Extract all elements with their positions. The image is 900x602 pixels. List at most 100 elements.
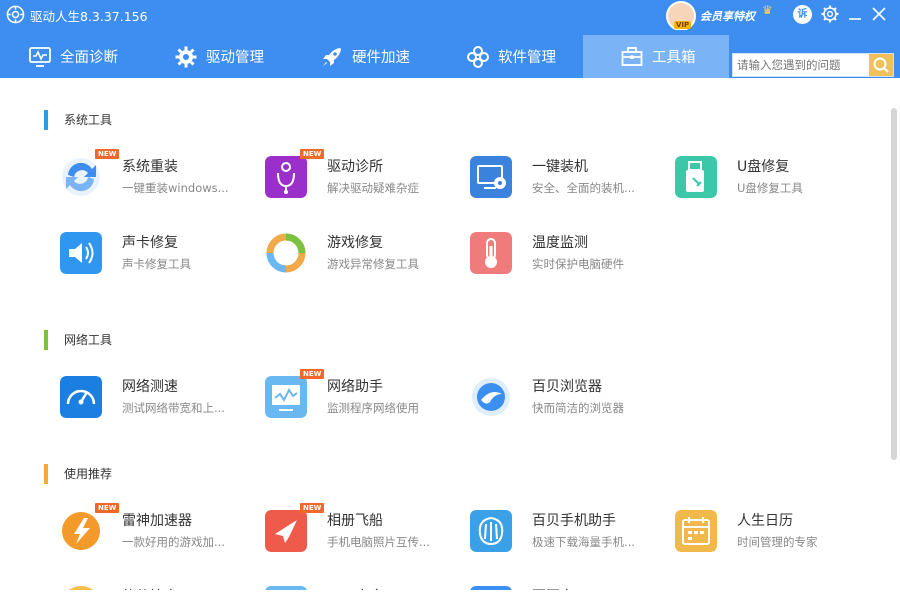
tab-toolbox[interactable]: 工具箱 [583,35,729,78]
tool-system-reinstall[interactable]: NEW 系统重装 一键重装windows... [60,149,260,202]
tool-name: 百贝手机助手 [532,513,616,529]
tool-game-repair[interactable]: 游戏修复 游戏异常修复工具 [265,230,465,278]
tab-software-management[interactable]: 软件管理 [466,35,556,78]
new-badge: NEW [95,149,120,159]
refresh-arrows-icon [62,158,100,196]
tool-one-click-install[interactable]: 一键装机 安全、全面的装机... [470,154,670,202]
tab-driver-management[interactable]: 驱动管理 [174,35,264,78]
tool-desc: 手机电脑照片互传... [327,535,430,549]
tool-desc: 时间管理的专家 [737,535,818,549]
tool-name: 一键装机 [532,159,588,175]
tool-name: 网络测速 [122,379,178,395]
tool-name: 温度监测 [532,235,588,251]
tool-temperature-monitor[interactable]: 温度监测 实时保护电脑硬件 [470,230,670,278]
tool-driver-clinic[interactable]: NEW 驱动诊所 解决驱动疑难杂症 [265,149,465,202]
tool-desc: 监测程序网络使用 [327,401,419,415]
settings-gear-icon[interactable] [819,3,841,25]
new-badge: NEW [300,369,325,379]
thermometer-icon [470,232,512,274]
tool-desc: U盘修复工具 [737,181,803,195]
usb-drive-icon [675,156,717,198]
tool-desc: 快而简洁的浏览器 [532,401,624,415]
section-title-text: 网络工具 [64,333,113,347]
tool-desc: 测试网络带宽和上... [122,401,225,415]
tab-label: 工具箱 [652,50,696,66]
tool-usb-repair[interactable]: U盘修复 U盘修复工具 [675,154,875,202]
tool-desc: 一键重装windows... [122,181,229,195]
tab-label: 软件管理 [498,50,556,66]
tool-name: 相册飞船 [327,513,383,529]
speedometer-icon [60,376,102,418]
tool-desc: 解决驱动疑难杂症 [327,181,419,195]
section-title-text: 系统工具 [64,113,113,127]
close-icon[interactable] [868,3,890,25]
rocket-icon [323,47,341,66]
tool-name: 网络助手 [327,379,383,395]
paper-plane-icon [265,510,307,552]
app-title: 驱动人生8.3.37.156 [30,9,148,24]
tab-label: 驱动管理 [206,50,264,66]
vip-label: 会员享特权 [700,10,755,23]
tab-hardware-acceleration[interactable]: 硬件加速 [320,35,410,78]
crown-icon: ♛ [762,3,773,17]
app-window: 驱动人生8.3.37.156 VIP 会员享特权 ♛ 诉 全面诊断 驱动管理 硬… [0,0,900,602]
tool-name: 雷神加速器 [122,513,192,529]
tool-desc: 声卡修复工具 [122,257,191,271]
tool-leishen-accelerator[interactable]: NEW 雷神加速器 一款好用的游戏加... [60,503,260,556]
search-box [732,53,894,77]
tool-desc: 实时保护电脑硬件 [532,257,624,271]
stethoscope-icon [265,156,307,198]
minimize-icon[interactable] [844,3,866,25]
tab-label: 全面诊断 [60,50,118,66]
main-nav: 全面诊断 驱动管理 硬件加速 软件管理 工具箱 请输入您遇到的问题 [0,30,900,78]
calendar-icon [675,510,717,552]
search-icon [873,57,889,73]
tool-name: 游戏修复 [327,235,383,251]
bottom-edge [0,590,900,602]
section-title-system-tools: 系统工具 [44,110,112,130]
tool-sound-card-repair[interactable]: 声卡修复 声卡修复工具 [60,230,260,278]
vip-tag: VIP [674,21,692,29]
gear-icon [175,46,197,67]
search-button[interactable] [869,54,893,76]
tool-name: 声卡修复 [122,235,178,251]
app-logo-icon [6,5,25,24]
section-accent-bar [44,464,48,484]
flower-icon [467,45,489,68]
tab-label: 硬件加速 [352,50,410,66]
title-bar: 驱动人生8.3.37.156 VIP 会员享特权 ♛ 诉 [0,0,900,31]
toolbox-icon [621,46,643,66]
section-title-text: 使用推荐 [64,467,113,481]
tool-name: U盘修复 [737,159,790,175]
section-accent-bar [44,110,48,130]
section-title-recommended: 使用推荐 [44,464,112,484]
tool-desc: 一款好用的游戏加... [122,535,225,549]
browser-icon [472,378,510,416]
tool-baibei-phone-assistant[interactable]: 百贝手机助手 极速下载海量手机... [470,508,670,556]
tool-network-speed-test[interactable]: 网络测速 测试网络带宽和上... [60,374,260,422]
section-title-network-tools: 网络工具 [44,330,112,350]
tool-baibei-browser[interactable]: 百贝浏览器 快而简洁的浏览器 [470,374,670,422]
tool-network-assistant[interactable]: NEW 网络助手 监测程序网络使用 [265,369,465,422]
shell-logo-icon [470,510,512,552]
section-accent-bar [44,330,48,350]
tool-name: 百贝浏览器 [532,379,602,395]
new-badge: NEW [300,503,325,513]
game-ring-icon [266,233,306,273]
search-input[interactable] [733,54,871,76]
tool-desc: 极速下载海量手机... [532,535,635,549]
tab-full-diagnosis[interactable]: 全面诊断 [28,35,118,78]
tool-desc: 安全、全面的装机... [532,181,635,195]
scrollbar[interactable] [891,108,897,460]
tool-name: 人生日历 [737,513,793,529]
complaint-button[interactable]: 诉 [793,5,812,24]
new-badge: NEW [95,503,120,513]
tool-album-ship[interactable]: NEW 相册飞船 手机电脑照片互传... [265,503,465,556]
monitor-disc-icon [470,156,512,198]
tool-name: 系统重装 [122,159,178,175]
network-monitor-icon [265,376,307,418]
vip-badge[interactable]: VIP 会员享特权 ♛ [666,1,786,31]
tool-name: 驱动诊所 [327,159,383,175]
tool-life-calendar[interactable]: 人生日历 时间管理的专家 [675,508,875,556]
new-badge: NEW [300,149,325,159]
